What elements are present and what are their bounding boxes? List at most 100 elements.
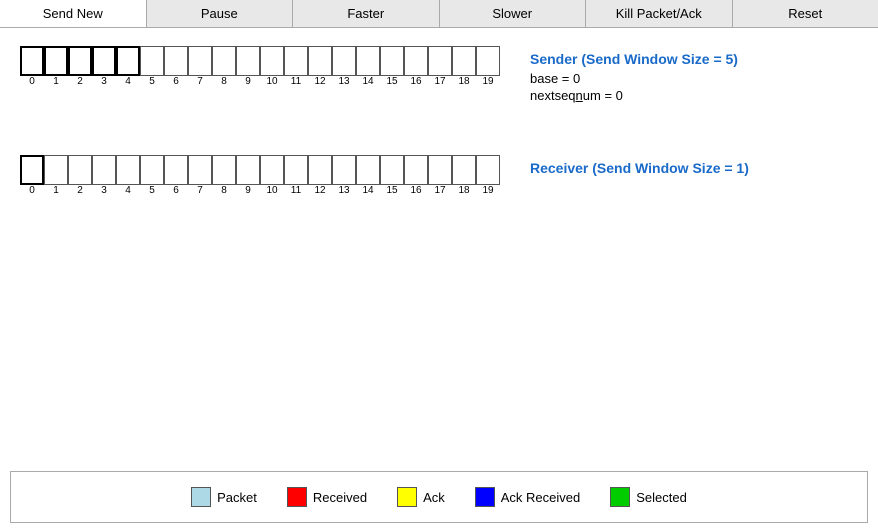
sender-packet-13[interactable]: [332, 46, 356, 76]
receiver-title: Receiver (Send Window Size = 1): [530, 160, 749, 176]
faster-button[interactable]: Faster: [293, 0, 440, 27]
sender-packet-1[interactable]: [44, 46, 68, 76]
receiver-packet-num-12: 12: [308, 185, 332, 196]
ack-received-label: Ack Received: [501, 490, 580, 505]
toolbar: Send New Pause Faster Slower Kill Packet…: [0, 0, 878, 28]
legend: Packet Received Ack Ack Received Selecte…: [10, 471, 868, 523]
sender-packet-9[interactable]: [236, 46, 260, 76]
kill-packet-button[interactable]: Kill Packet/Ack: [586, 0, 733, 27]
receiver-packet-num-1: 1: [44, 185, 68, 196]
receiver-packet-num-3: 3: [92, 185, 116, 196]
receiver-packet-1[interactable]: [44, 155, 68, 185]
receiver-packet-10[interactable]: [260, 155, 284, 185]
sender-packet-num-16: 16: [404, 76, 428, 87]
receiver-packet-9[interactable]: [236, 155, 260, 185]
receiver-packet-13[interactable]: [332, 155, 356, 185]
receiver-packet-16[interactable]: [404, 155, 428, 185]
sender-title: Sender (Send Window Size = 5): [530, 51, 738, 67]
sender-packet-num-5: 5: [140, 76, 164, 87]
sender-packet-num-4: 4: [116, 76, 140, 87]
legend-selected: Selected: [610, 487, 687, 507]
sender-packet-container: 012345678910111213141516171819: [20, 46, 500, 87]
sender-packet-6[interactable]: [164, 46, 188, 76]
receiver-packet-19[interactable]: [476, 155, 500, 185]
sender-packet-num-6: 6: [164, 76, 188, 87]
sender-section: 012345678910111213141516171819 Sender (S…: [0, 36, 878, 115]
receiver-packet-12[interactable]: [308, 155, 332, 185]
receiver-info-panel: Receiver (Send Window Size = 1): [530, 155, 749, 180]
receiver-packet-row: [20, 155, 500, 185]
receiver-packet-15[interactable]: [380, 155, 404, 185]
receiver-packet-num-19: 19: [476, 185, 500, 196]
pause-button[interactable]: Pause: [147, 0, 294, 27]
sender-packet-12[interactable]: [308, 46, 332, 76]
receiver-packet-num-17: 17: [428, 185, 452, 196]
sender-packet-num-7: 7: [188, 76, 212, 87]
sender-packet-7[interactable]: [188, 46, 212, 76]
ack-received-color-box: [475, 487, 495, 507]
receiver-packet-num-13: 13: [332, 185, 356, 196]
sender-packet-0[interactable]: [20, 46, 44, 76]
selected-label: Selected: [636, 490, 687, 505]
receiver-packet-0[interactable]: [20, 155, 44, 185]
sender-packet-num-1: 1: [44, 76, 68, 87]
sender-packet-3[interactable]: [92, 46, 116, 76]
receiver-packet-num-15: 15: [380, 185, 404, 196]
sender-packet-2[interactable]: [68, 46, 92, 76]
receiver-packet-17[interactable]: [428, 155, 452, 185]
receiver-packet-3[interactable]: [92, 155, 116, 185]
send-new-button[interactable]: Send New: [0, 0, 147, 27]
sender-packet-17[interactable]: [428, 46, 452, 76]
receiver-packet-num-0: 0: [20, 185, 44, 196]
sender-packet-10[interactable]: [260, 46, 284, 76]
sender-packet-num-8: 8: [212, 76, 236, 87]
receiver-packet-6[interactable]: [164, 155, 188, 185]
receiver-packet-num-18: 18: [452, 185, 476, 196]
sender-packet-14[interactable]: [356, 46, 380, 76]
receiver-packet-num-6: 6: [164, 185, 188, 196]
sender-packet-num-14: 14: [356, 76, 380, 87]
sender-packet-15[interactable]: [380, 46, 404, 76]
receiver-packet-num-7: 7: [188, 185, 212, 196]
receiver-packet-14[interactable]: [356, 155, 380, 185]
legend-packet: Packet: [191, 487, 257, 507]
receiver-packet-18[interactable]: [452, 155, 476, 185]
sender-packet-num-19: 19: [476, 76, 500, 87]
receiver-section: 012345678910111213141516171819 Receiver …: [0, 145, 878, 206]
sender-packet-num-13: 13: [332, 76, 356, 87]
receiver-packet-8[interactable]: [212, 155, 236, 185]
sender-packet-18[interactable]: [452, 46, 476, 76]
received-label: Received: [313, 490, 367, 505]
receiver-packet-4[interactable]: [116, 155, 140, 185]
legend-ack: Ack: [397, 487, 445, 507]
sender-packet-num-0: 0: [20, 76, 44, 87]
receiver-packet-num-9: 9: [236, 185, 260, 196]
receiver-packet-11[interactable]: [284, 155, 308, 185]
reset-button[interactable]: Reset: [733, 0, 878, 27]
receiver-packet-num-10: 10: [260, 185, 284, 196]
sender-packet-num-9: 9: [236, 76, 260, 87]
receiver-packet-num-8: 8: [212, 185, 236, 196]
receiver-packet-2[interactable]: [68, 155, 92, 185]
sender-packet-4[interactable]: [116, 46, 140, 76]
receiver-packet-num-4: 4: [116, 185, 140, 196]
sender-packet-8[interactable]: [212, 46, 236, 76]
selected-color-box: [610, 487, 630, 507]
sender-packet-16[interactable]: [404, 46, 428, 76]
receiver-packet-num-11: 11: [284, 185, 308, 196]
sender-packet-num-17: 17: [428, 76, 452, 87]
sender-packet-num-12: 12: [308, 76, 332, 87]
receiver-packet-5[interactable]: [140, 155, 164, 185]
receiver-packet-7[interactable]: [188, 155, 212, 185]
slower-button[interactable]: Slower: [440, 0, 587, 27]
sender-packet-19[interactable]: [476, 46, 500, 76]
sender-packet-11[interactable]: [284, 46, 308, 76]
received-color-box: [287, 487, 307, 507]
packet-color-box: [191, 487, 211, 507]
sender-packet-num-3: 3: [92, 76, 116, 87]
receiver-packet-num-2: 2: [68, 185, 92, 196]
packet-label: Packet: [217, 490, 257, 505]
sender-packet-num-10: 10: [260, 76, 284, 87]
legend-ack-received: Ack Received: [475, 487, 580, 507]
sender-packet-5[interactable]: [140, 46, 164, 76]
